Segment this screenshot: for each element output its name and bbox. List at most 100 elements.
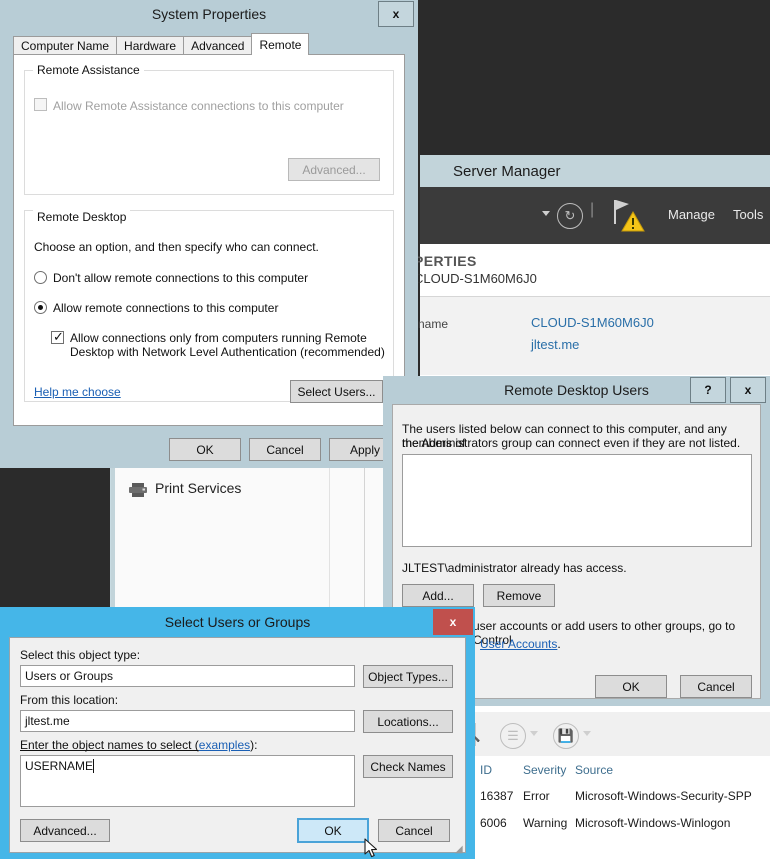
nla-label-line2: Desktop with Network Level Authenticatio…: [70, 345, 385, 359]
remote-desktop-users-title-buttons: ? x: [690, 376, 770, 404]
resize-grip[interactable]: ◢: [455, 844, 464, 855]
help-me-choose-link[interactable]: Help me choose: [34, 385, 121, 399]
properties-subheading: CLOUD-S1M60M6J0: [414, 271, 537, 286]
allow-remote-assistance-label: Allow Remote Assistance connections to t…: [53, 99, 344, 113]
properties-domain-link[interactable]: jltest.me: [531, 337, 579, 352]
object-type-label: Select this object type:: [20, 648, 141, 662]
select-users-button[interactable]: Select Users...: [290, 380, 383, 403]
save-chevron-down-icon[interactable]: [583, 731, 591, 736]
events-column-id[interactable]: ID: [480, 763, 492, 777]
toolbar-divider: |: [590, 201, 595, 218]
events-column-source[interactable]: Source: [575, 763, 613, 777]
examples-link[interactable]: examples: [199, 738, 250, 752]
roles-tile-accent: [111, 466, 115, 624]
server-manager-title: Server Manager: [453, 162, 561, 180]
rdu-footer-period: .: [557, 637, 561, 651]
properties-computer-name-link[interactable]: CLOUD-S1M60M6J0: [531, 315, 654, 330]
close-icon[interactable]: x: [433, 609, 473, 635]
select-users-cancel-button[interactable]: Cancel: [378, 819, 450, 842]
roles-tile-divider-2: [364, 466, 365, 624]
radio-selected-dot: [38, 305, 43, 310]
tab-hardware[interactable]: Hardware: [116, 36, 185, 55]
remote-desktop-legend: Remote Desktop: [33, 210, 131, 224]
rdu-ok-button[interactable]: OK: [595, 675, 667, 698]
roles-tile-divider-1: [329, 466, 330, 624]
tab-advanced[interactable]: Advanced: [183, 36, 253, 55]
system-properties-dialog[interactable]: System Properties x Computer Name Hardwa…: [0, 0, 418, 468]
location-value[interactable]: jltest.me: [20, 710, 355, 732]
save-icon[interactable]: 💾: [553, 723, 579, 749]
rdu-access-note: JLTEST\administrator already has access.: [402, 561, 627, 575]
print-services-label[interactable]: Print Services: [155, 480, 241, 496]
select-users-ok-button[interactable]: OK: [297, 818, 369, 843]
remote-assistance-legend: Remote Assistance: [33, 63, 144, 77]
system-properties-title-buttons: x: [378, 0, 418, 28]
system-properties-title: System Properties: [151, 6, 267, 22]
list-view-icon[interactable]: ☰: [500, 723, 526, 749]
object-names-input[interactable]: USERNAME: [20, 755, 355, 807]
system-properties-cancel-button[interactable]: Cancel: [249, 438, 321, 461]
text-caret: [93, 759, 95, 773]
tools-menu-button[interactable]: Tools: [733, 207, 763, 222]
rdu-remove-button[interactable]: Remove: [483, 584, 555, 607]
system-properties-ok-button[interactable]: OK: [169, 438, 241, 461]
nla-checkbox[interactable]: ✓: [51, 330, 64, 344]
select-users-title-buttons: x: [433, 607, 475, 637]
server-manager-chrome-top: [420, 0, 770, 155]
chevron-down-icon[interactable]: [542, 211, 550, 216]
event-id: 6006: [480, 816, 507, 830]
select-users-or-groups-dialog[interactable]: Select Users or Groups x Select this obj…: [0, 607, 475, 859]
event-source: Microsoft-Windows-Security-SPP: [575, 789, 752, 803]
help-icon[interactable]: ?: [690, 377, 726, 403]
remote-desktop-instruction: Choose an option, and then specify who c…: [34, 240, 319, 254]
rdu-cancel-button[interactable]: Cancel: [680, 675, 752, 698]
event-source: Microsoft-Windows-Winlogon: [575, 816, 731, 830]
remote-assistance-advanced-button[interactable]: Advanced...: [288, 158, 380, 181]
close-icon[interactable]: x: [730, 377, 766, 403]
event-id: 16387: [480, 789, 514, 803]
object-names-value: USERNAME: [25, 759, 94, 773]
remote-desktop-users-title: Remote Desktop Users: [504, 382, 649, 398]
close-icon[interactable]: x: [378, 1, 414, 27]
select-users-titlebar: Select Users or Groups: [0, 607, 475, 637]
rdu-user-list[interactable]: [402, 454, 752, 547]
allow-remote-connections-radio[interactable]: [34, 301, 47, 314]
locations-button[interactable]: Locations...: [363, 710, 453, 733]
printer-icon: [128, 482, 148, 498]
warning-triangle-icon[interactable]: [621, 211, 645, 232]
server-manager-toolbar: ↻ | Manage Tools: [420, 187, 770, 244]
select-users-advanced-button[interactable]: Advanced...: [20, 819, 110, 842]
user-accounts-link[interactable]: User Accounts: [480, 637, 557, 651]
server-manager-titlebar: Server Manager: [420, 155, 770, 187]
rdu-add-button[interactable]: Add...: [402, 584, 474, 607]
rdu-footer-line2: User Accounts.: [480, 637, 561, 651]
system-properties-tabs: Computer Name Hardware Advanced Remote: [13, 33, 310, 55]
list-view-chevron-down-icon[interactable]: [530, 731, 538, 736]
system-properties-titlebar: System Properties: [0, 0, 418, 28]
allow-remote-assistance-checkbox[interactable]: [34, 98, 47, 111]
check-names-button[interactable]: Check Names: [363, 755, 453, 778]
tab-remote[interactable]: Remote: [251, 33, 310, 55]
properties-row-label: name: [418, 317, 449, 331]
object-names-label-post: ):: [250, 738, 258, 752]
tab-computer-name[interactable]: Computer Name: [13, 36, 118, 55]
deny-remote-connections-label: Don't allow remote connections to this c…: [53, 271, 309, 285]
nla-label-line1: Allow connections only from computers ru…: [70, 331, 367, 345]
rdu-description-line2: the Administrators group can connect eve…: [402, 436, 741, 450]
select-users-title: Select Users or Groups: [164, 614, 311, 630]
properties-panel: [420, 297, 770, 375]
deny-remote-connections-radio[interactable]: [34, 271, 47, 284]
event-severity: Error: [523, 789, 550, 803]
desktop-gap-left: [0, 465, 110, 625]
object-names-label-accel: Enter the object names to select (: [20, 738, 199, 752]
refresh-icon[interactable]: ↻: [557, 203, 583, 229]
location-label: From this location:: [20, 693, 119, 707]
event-severity: Warning: [523, 816, 568, 830]
object-type-value[interactable]: Users or Groups: [20, 665, 355, 687]
manage-menu-button[interactable]: Manage: [668, 207, 715, 222]
events-column-severity[interactable]: Severity: [523, 763, 566, 777]
properties-heading: PERTIES: [414, 253, 477, 269]
object-types-button[interactable]: Object Types...: [363, 665, 453, 688]
allow-remote-connections-label: Allow remote connections to this compute…: [53, 301, 279, 315]
object-names-label: Enter the object names to select (exampl…: [20, 738, 257, 752]
